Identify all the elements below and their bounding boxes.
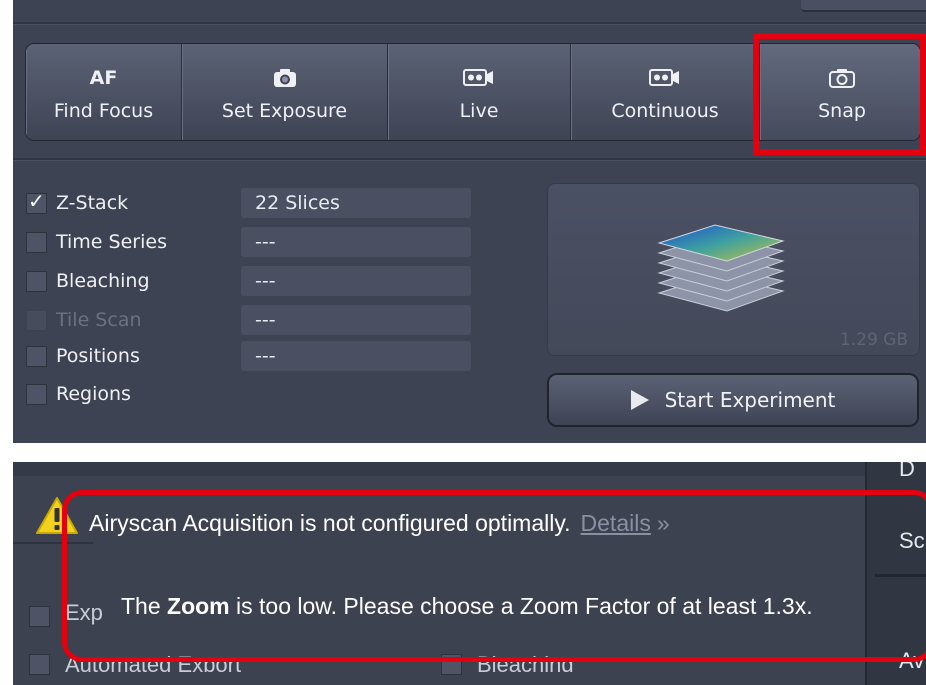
start-experiment-button[interactable]: Start Experiment: [549, 375, 917, 425]
option-label: Positions: [56, 345, 140, 367]
option-label: Time Series: [56, 231, 167, 253]
checkbox[interactable]: [26, 345, 47, 367]
video-camera-icon: [463, 62, 495, 94]
live-label: Live: [459, 100, 499, 122]
option-label: Regions: [56, 383, 131, 405]
play-icon: [630, 390, 649, 410]
checkbox[interactable]: [26, 189, 47, 214]
checkbox[interactable]: [26, 270, 47, 292]
option-label: Z-Stack: [56, 192, 129, 214]
z-stack-icon: [657, 224, 785, 312]
set-exposure-label: Set Exposure: [221, 100, 348, 122]
option-label: Tile Scan: [56, 309, 142, 331]
find-focus-button[interactable]: AF Find Focus: [26, 44, 182, 140]
live-button[interactable]: Live: [388, 44, 571, 140]
bleaching-value: ---: [241, 266, 471, 296]
z-stack-value: 22 Slices: [241, 188, 471, 218]
export-checkbox[interactable]: [29, 606, 50, 627]
find-focus-label: Find Focus: [53, 100, 154, 122]
option-positions[interactable]: Positions: [26, 341, 140, 371]
panel-border: [13, 462, 926, 476]
time-series-value: ---: [241, 227, 471, 257]
option-label: Bleaching: [56, 270, 150, 292]
size-label: 1.29 GB: [839, 330, 908, 350]
camera-icon: [272, 62, 298, 94]
snap-highlight-box: [753, 33, 926, 155]
continuous-label: Continuous: [611, 100, 719, 122]
checkbox[interactable]: [26, 383, 47, 405]
warning-highlight-box: [62, 490, 926, 662]
start-experiment-label: Start Experiment: [664, 388, 836, 412]
option-tile-scan: Tile Scan: [26, 305, 142, 335]
checkbox[interactable]: [26, 231, 47, 253]
option-time-series[interactable]: Time Series: [26, 227, 167, 257]
option-regions[interactable]: Regions: [26, 379, 131, 409]
positions-value: ---: [241, 341, 471, 371]
automated-export-checkbox[interactable]: [29, 654, 50, 675]
continuous-button[interactable]: Continuous: [571, 44, 760, 140]
tile-scan-value: ---: [241, 305, 471, 335]
right-panel-text: D: [899, 462, 915, 481]
experiment-preview: 1.29 GB: [547, 183, 920, 356]
video-camera-icon: [649, 62, 681, 94]
set-exposure-button[interactable]: Set Exposure: [182, 44, 388, 140]
checkbox: [26, 309, 47, 331]
panel-header-stub: [801, 0, 926, 12]
option-bleaching[interactable]: Bleaching: [26, 266, 150, 296]
option-z-stack[interactable]: Z-Stack: [26, 188, 128, 218]
divider: [13, 158, 926, 161]
divider: [13, 22, 926, 25]
af-label: AF: [89, 67, 118, 89]
